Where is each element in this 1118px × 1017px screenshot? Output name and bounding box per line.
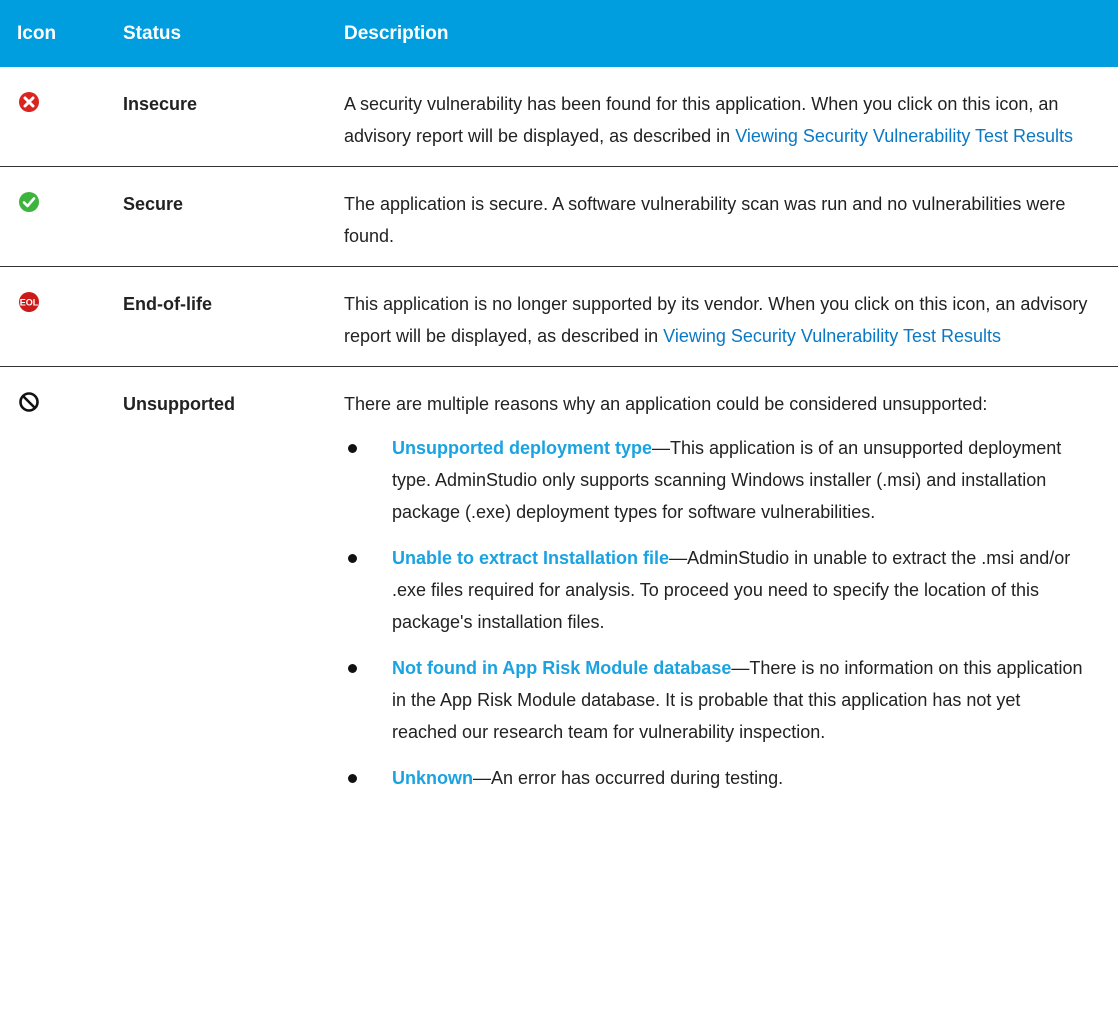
list-item: Not found in App Risk Module database—Th… xyxy=(344,652,1088,748)
description-text: A security vulnerability has been found … xyxy=(344,67,1118,167)
status-label: Unsupported xyxy=(123,394,235,414)
table-row-unsupported: Unsupported There are multiple reasons w… xyxy=(0,367,1118,819)
red-x-circle-icon xyxy=(19,92,39,112)
header-description: Description xyxy=(344,0,1118,67)
bullet xyxy=(348,774,357,783)
list-item: Unknown—An error has occurred during tes… xyxy=(344,762,1088,794)
unsupported-intro: There are multiple reasons why an applic… xyxy=(344,394,988,414)
list-item: Unable to extract Installation file—Admi… xyxy=(344,542,1088,638)
green-check-circle-icon xyxy=(19,192,39,212)
description-text: There are multiple reasons why an applic… xyxy=(344,367,1118,819)
table-row-end-of-life: EOL End-of-life This application is no l… xyxy=(0,266,1118,367)
bullet xyxy=(348,664,357,673)
reason-term: Unsupported deployment type xyxy=(392,438,653,458)
unsupported-reasons-list: Unsupported deployment type—This applica… xyxy=(344,432,1088,794)
reason-text: —An error has occurred during testing. xyxy=(473,768,784,788)
description-text: The application is secure. A software vu… xyxy=(344,166,1118,267)
table-header-row: Icon Status Description xyxy=(0,0,1118,67)
table-row-secure: Secure The application is secure. A soft… xyxy=(0,166,1118,267)
status-label: Secure xyxy=(123,166,344,267)
icon-cell xyxy=(0,367,123,819)
status-label: Insecure xyxy=(123,67,344,167)
eol-badge-icon: EOL xyxy=(19,292,39,312)
reason-term: Unable to extract Installation file xyxy=(392,548,670,568)
viewing-results-link[interactable]: Viewing Security Vulnerability Test Resu… xyxy=(663,326,1001,346)
header-status: Status xyxy=(123,0,344,67)
table-row-insecure: Insecure A security vulnerability has be… xyxy=(0,67,1118,167)
list-item: Unsupported deployment type—This applica… xyxy=(344,432,1088,528)
status-label: End-of-life xyxy=(123,266,344,367)
prohibited-icon xyxy=(19,392,39,412)
header-icon: Icon xyxy=(0,0,123,67)
bullet xyxy=(348,554,357,563)
reason-term: Unknown xyxy=(392,768,473,788)
description-text: This application is no longer supported … xyxy=(344,266,1118,367)
icon-cell xyxy=(0,67,123,167)
viewing-results-link[interactable]: Viewing Security Vulnerability Test Resu… xyxy=(735,126,1073,146)
reason-term: Not found in App Risk Module database xyxy=(392,658,732,678)
icon-cell: EOL xyxy=(0,266,123,367)
eol-badge-text: EOL xyxy=(20,298,39,308)
icon-cell xyxy=(0,166,123,267)
status-icon-table: Icon Status Description Insecure A secur… xyxy=(0,0,1118,818)
bullet xyxy=(348,444,357,453)
